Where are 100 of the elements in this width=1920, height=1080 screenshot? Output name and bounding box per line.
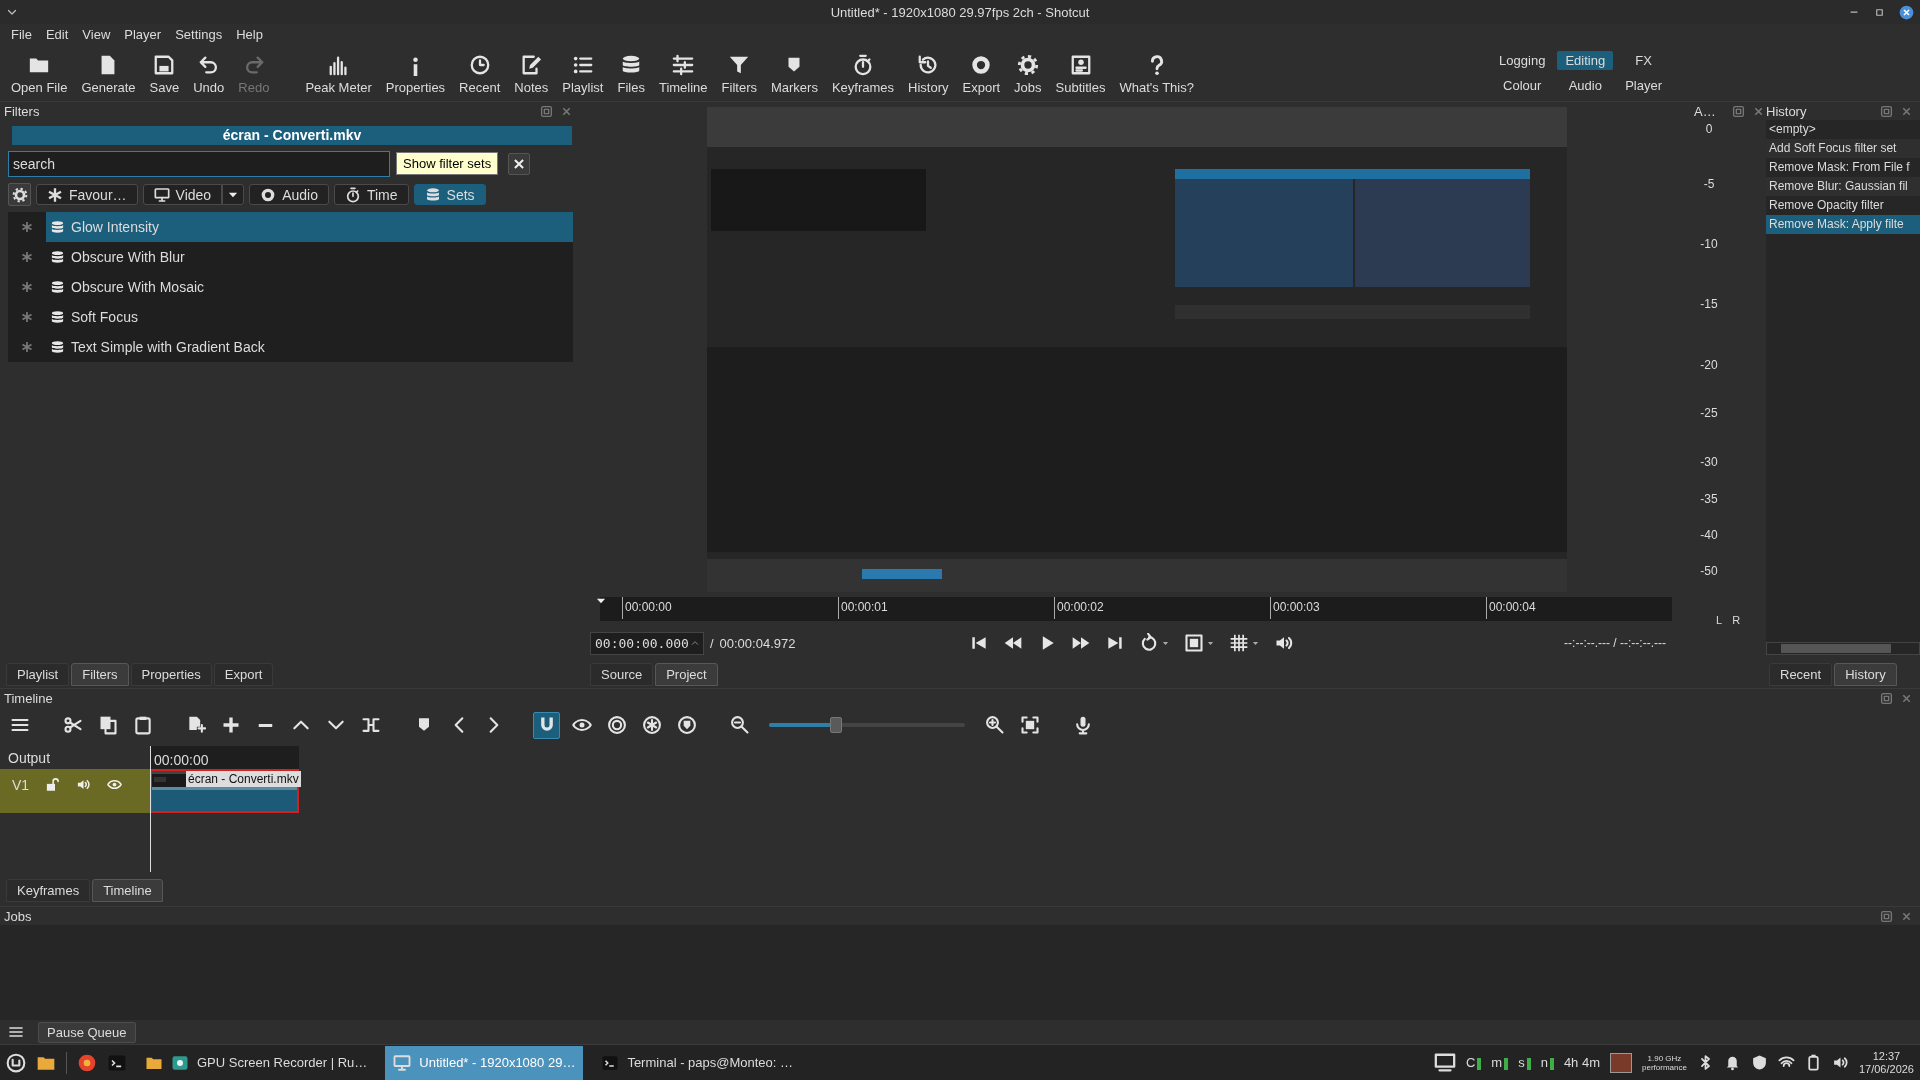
filter-category-button[interactable]: Audio [249,184,329,205]
menu-item[interactable]: File [4,26,39,42]
toolbar-button[interactable]: Export [955,51,1008,95]
duration: 00:00:04.972 [719,635,796,651]
gear-icon [11,186,28,203]
ruler-label: 00:00:00 [154,752,209,768]
clear-button[interactable] [508,153,530,175]
tab[interactable]: Playlist [6,663,70,686]
history-item[interactable]: Add Soft Focus filter set [1766,139,1920,158]
filter-item[interactable]: Text Simple with Gradient Back [46,332,573,362]
filter-item[interactable]: Glow Intensity [46,212,573,242]
scale-label: -20 [1700,358,1718,372]
filter-item[interactable]: Obscure With Mosaic [46,272,573,302]
timecode-field[interactable]: 00:00:00.000 [590,631,704,655]
toolbar-button[interactable]: Open File [4,51,75,95]
filter-item[interactable]: Soft Focus [46,302,573,332]
history-item[interactable]: Remove Blur: Gaussian fil [1766,177,1920,196]
taskbar-window[interactable]: Terminal - paps@Monteo: … [593,1045,802,1080]
tab[interactable]: Timeline [92,879,163,902]
recorder-icon [171,1053,189,1072]
toolbar-button[interactable]: Jobs [1007,51,1049,95]
scale-label: -50 [1700,564,1718,578]
undo-icon [197,54,220,76]
toolbar-button[interactable]: Filters [714,51,764,95]
taskbar-window[interactable]: GPU Screen Recorder | Ru… [137,1045,376,1080]
maximize-button[interactable] [1874,6,1885,18]
asterisk-icon [47,186,63,203]
layout-button[interactable]: Audio [1557,76,1614,95]
layout-button[interactable]: Editing [1557,51,1614,70]
history-item[interactable]: Remove Mask: Apply filte [1766,215,1920,234]
menu-item[interactable]: Help [229,26,270,42]
layout-button[interactable]: Colour [1491,76,1554,95]
toolbar-button[interactable]: Recent [452,51,508,95]
tab[interactable]: History [1834,663,1897,686]
menu-item[interactable]: View [75,26,118,42]
search-field[interactable]: search [8,151,390,177]
toolbar-button[interactable]: What's This? [1112,51,1201,95]
menu-item[interactable]: Settings [168,26,230,42]
browser-icon [77,1052,97,1073]
tab[interactable]: Project [655,663,718,686]
filter-category-button[interactable]: Video [142,184,223,205]
player-button[interactable] [1183,633,1215,653]
cpu-graph [1610,1052,1632,1073]
dropdown-button[interactable] [222,184,245,205]
toolbar-button[interactable]: Notes [507,51,556,95]
history-item[interactable]: Remove Opacity filter [1766,196,1920,215]
timeline-clip[interactable]: écran - Converti.mkv [150,769,299,813]
tray-icon[interactable] [1750,1054,1768,1071]
menu-button[interactable] [8,1024,24,1040]
toolbar-button[interactable]: Files [610,51,652,95]
tab[interactable]: Keyframes [6,879,91,902]
taskbar-icon[interactable] [77,1052,97,1073]
toolbar-button[interactable]: Timeline [651,51,715,95]
close-icon [1901,910,1912,922]
asterisk-icon [21,281,33,293]
toolbar-button[interactable]: Undo [186,51,232,95]
start-menu-button[interactable] [6,1052,26,1073]
scale-label: -15 [1700,297,1718,311]
close-button[interactable] [1899,4,1914,20]
track-name: V1 [12,777,30,793]
toolbar-button[interactable]: Generate [74,51,143,95]
player-button[interactable] [1228,633,1260,653]
toggle-button[interactable] [533,711,560,739]
tab[interactable]: Recent [1769,663,1833,686]
history-item[interactable]: <empty> [1766,120,1920,139]
toolbar-button[interactable]: Subtitles [1048,51,1113,95]
history-item[interactable]: Remove Mask: From File f [1766,158,1920,177]
slider-thumb[interactable] [829,717,842,733]
toolbar-button[interactable]: Save [142,51,187,95]
float-icon [1880,104,1893,118]
tab[interactable]: Source [590,663,654,686]
close-icon [1899,4,1914,20]
panel-title: Jobs [4,908,32,924]
float-icon [1731,104,1745,118]
toolbar-button[interactable]: Playlist [555,51,611,95]
menu-item[interactable]: Player [117,26,169,42]
tray-icon[interactable] [1831,1054,1849,1071]
filter-category-button[interactable]: Favour… [36,184,138,205]
settings-button[interactable] [8,183,31,206]
toolbar-button[interactable]: Markers [763,51,825,95]
layout-button[interactable]: FX [1617,51,1670,70]
panel-title: Filters [4,103,40,119]
clock-time: 12:37 [1872,1049,1901,1063]
menu-item[interactable]: Edit [38,26,76,42]
timeline-icon [672,54,695,76]
toolbar-button[interactable]: Keyframes [824,51,902,95]
disc-icon [260,186,277,203]
tab[interactable]: Export [213,663,274,686]
pause-queue-button[interactable]: Pause Queue [38,1021,136,1043]
filter-category-button[interactable]: Time [333,184,409,205]
toolbar-button[interactable]: Peak Meter [298,51,379,95]
filter-category-button[interactable]: Sets [413,184,486,205]
usage-bar [1477,1058,1482,1070]
tab[interactable]: Filters [71,663,129,686]
layout-button[interactable]: Logging [1491,51,1554,70]
toolbar-button[interactable]: Properties [378,51,453,95]
layout-button[interactable]: Player [1617,76,1670,95]
toolbar-button[interactable]: History [901,51,956,95]
filter-item[interactable]: Obscure With Blur [46,242,573,272]
tab[interactable]: Properties [130,663,212,686]
